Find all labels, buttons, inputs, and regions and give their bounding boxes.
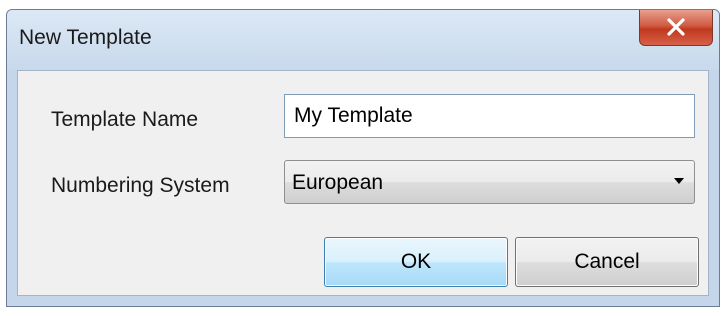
template-name-input[interactable] [284,94,695,138]
window-title: New Template [19,26,152,49]
numbering-system-selected-value: European [292,171,384,194]
template-name-label: Template Name [51,108,199,131]
ok-button[interactable]: OK [324,237,508,287]
close-icon [667,18,685,36]
new-template-dialog: New Template Template Name Numbering Sys… [6,9,720,307]
numbering-system-label: Numbering System [51,174,230,197]
dialog-body: Template Name Numbering System European … [17,70,709,296]
chevron-down-icon [674,178,684,184]
title-bar[interactable]: New Template [7,10,719,70]
numbering-system-dropdown[interactable]: European [284,160,695,204]
cancel-button[interactable]: Cancel [515,237,699,287]
close-button[interactable] [639,10,713,46]
